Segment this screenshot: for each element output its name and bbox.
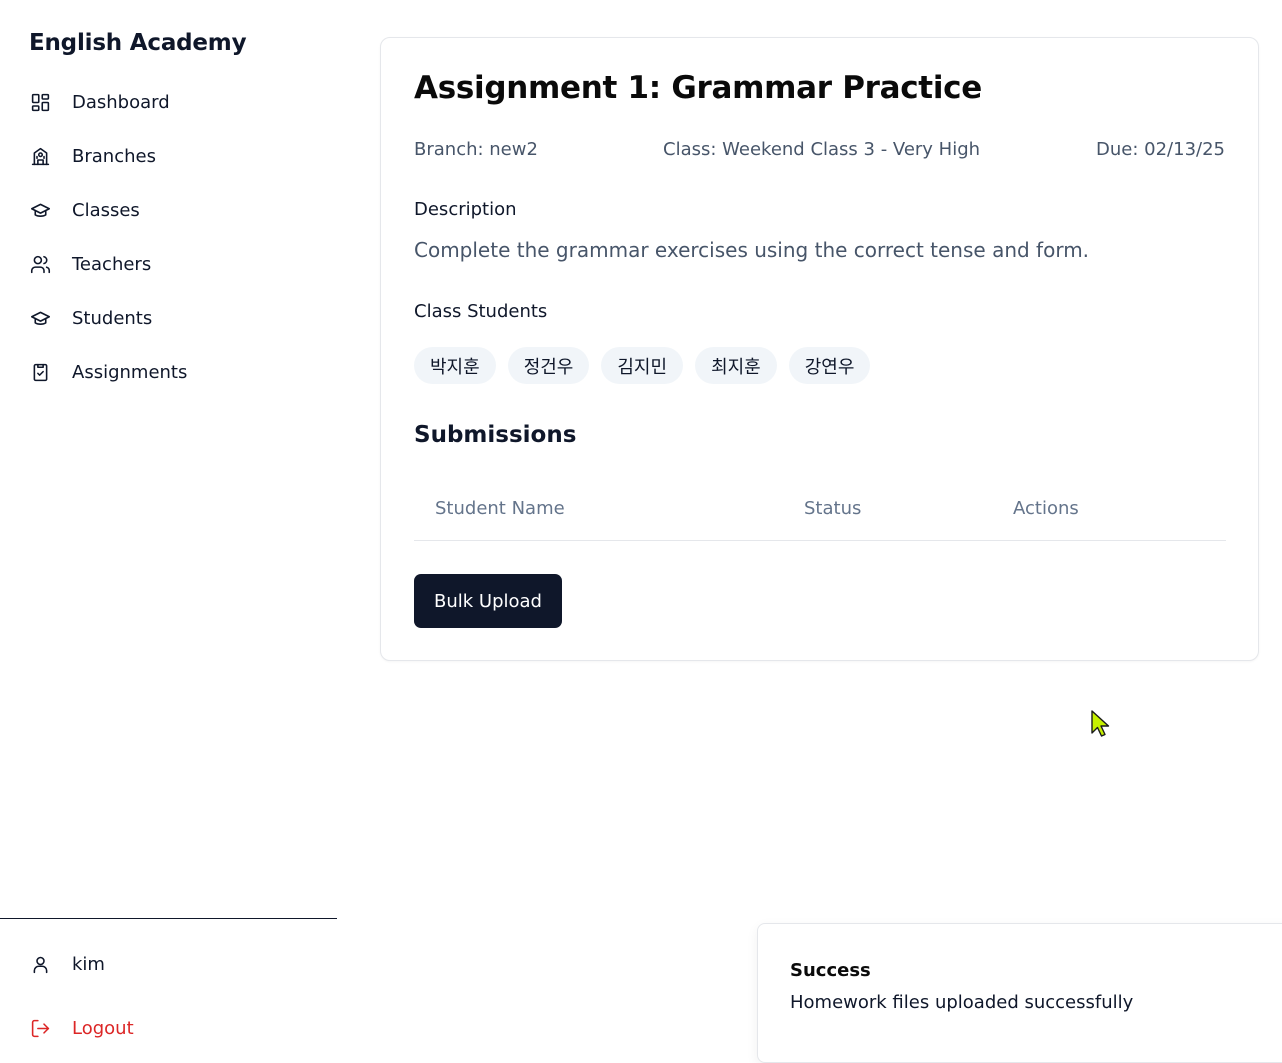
app-title: English Academy [29,30,247,56]
clipboard-check-icon [29,361,51,383]
user-icon [29,953,51,975]
sidebar-item-label: Dashboard [72,91,170,113]
toast-title: Success [790,960,871,981]
student-chip: 강연우 [788,347,871,384]
sidebar: English Academy Dashboard Branches Class… [0,0,337,1039]
sidebar-item-classes[interactable]: Classes [0,183,337,237]
graduation-cap-icon [29,199,51,221]
success-toast: Success Homework files uploaded successf… [757,923,1282,1063]
student-chip: 최지훈 [695,347,777,384]
sidebar-divider [0,918,337,919]
student-chip: 박지훈 [414,347,496,384]
student-chip: 김지민 [601,347,684,384]
graduation-cap-icon [29,307,51,329]
column-header-student-name: Student Name [435,498,565,519]
building-icon [29,145,51,167]
sidebar-nav: Dashboard Branches Classes Teachers Stud… [0,75,337,399]
users-icon [29,253,51,275]
dashboard-icon [29,91,51,113]
submissions-title: Submissions [414,422,577,448]
mouse-cursor-icon [1089,709,1113,739]
class-students-label: Class Students [414,301,548,322]
assignment-card: Assignment 1: Grammar Practice Branch: n… [380,37,1259,661]
user-name: kim [72,953,105,975]
logout-label: Logout [72,1017,134,1039]
bulk-upload-button[interactable]: Bulk Upload [414,574,562,628]
student-chip: 정건우 [507,347,590,384]
sidebar-item-teachers[interactable]: Teachers [0,237,337,291]
sidebar-item-label: Branches [72,145,156,167]
sidebar-item-students[interactable]: Students [0,291,337,345]
user-profile[interactable]: kim [0,944,337,984]
sidebar-item-branches[interactable]: Branches [0,129,337,183]
assignment-class: Class: Weekend Class 3 - Very High [663,139,981,160]
column-header-actions: Actions [1013,498,1079,519]
assignment-branch: Branch: new2 [414,139,538,160]
page-title: Assignment 1: Grammar Practice [414,70,982,106]
column-header-status: Status [804,498,862,519]
sidebar-item-assignments[interactable]: Assignments [0,345,337,399]
sidebar-item-label: Assignments [72,361,188,383]
logout-icon [29,1017,51,1039]
toast-message: Homework files uploaded successfully [790,992,1134,1013]
sidebar-item-label: Teachers [72,253,152,275]
sidebar-item-label: Classes [72,199,140,221]
student-chips: 박지훈 정건우 김지민 최지훈 강연우 [414,347,871,384]
sidebar-item-dashboard[interactable]: Dashboard [0,75,337,129]
submissions-table-header: Student Name Status Actions [414,478,1226,541]
logout-button[interactable]: Logout [0,1008,337,1048]
assignment-due-date: Due: 02/13/25 [1096,139,1225,160]
description-text: Complete the grammar exercises using the… [414,238,1090,262]
description-label: Description [414,199,517,220]
sidebar-item-label: Students [72,307,153,329]
